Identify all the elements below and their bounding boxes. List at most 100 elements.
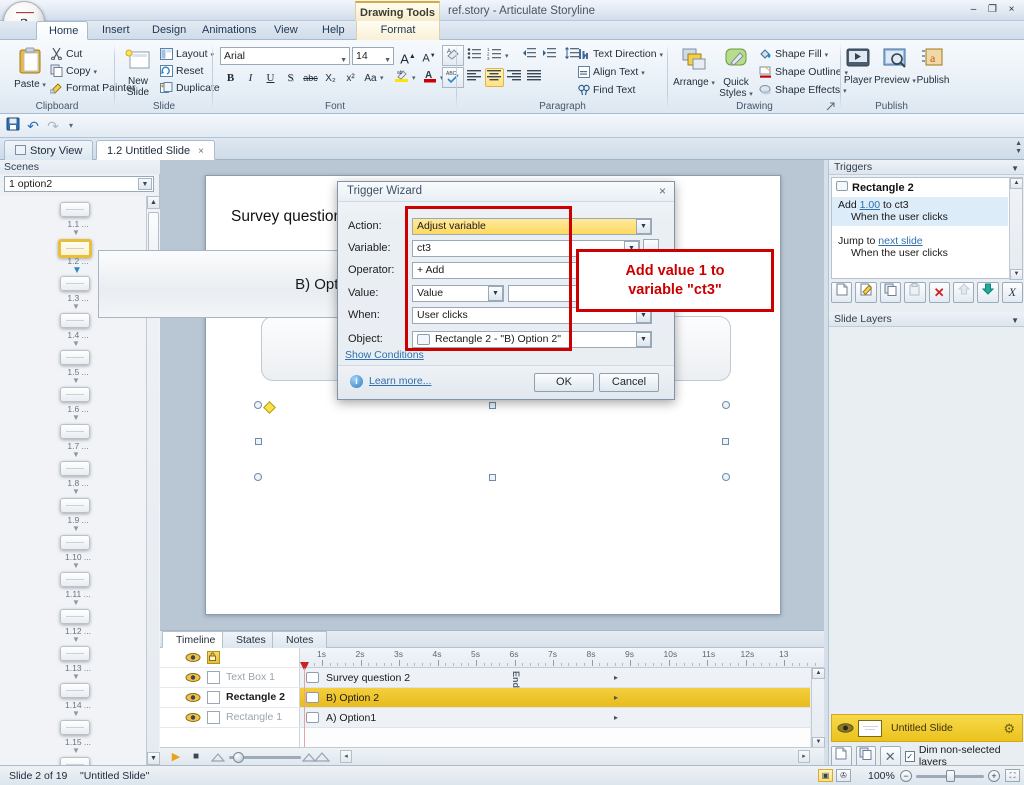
minimize-button[interactable]: –	[965, 2, 982, 17]
scene-thumbnail[interactable]	[60, 387, 90, 402]
text-direction-button[interactable]: Text Direction ▾	[578, 46, 663, 63]
tab-design[interactable]: Design	[140, 21, 188, 40]
tab-format[interactable]: Format	[356, 21, 440, 40]
lock-all-icon[interactable]	[207, 651, 220, 664]
scroll-down-icon[interactable]: ▼	[1015, 148, 1022, 156]
font-size-combobox[interactable]: 14 ▼	[352, 47, 394, 65]
survey-question-textbox[interactable]: Survey question	[231, 208, 342, 226]
show-all-eye-icon[interactable]	[185, 652, 201, 663]
lock-icon[interactable]	[207, 711, 220, 724]
align-text-dropdown-arrow[interactable]: ▾	[641, 70, 645, 77]
text-direction-dropdown-arrow[interactable]: ▾	[660, 52, 664, 59]
shrink-font-button[interactable]: A▼	[419, 46, 439, 65]
tab-animations[interactable]: Animations	[190, 21, 256, 40]
other-view-button[interactable]: ✇	[836, 769, 851, 782]
cut-button[interactable]: Cut	[50, 46, 82, 63]
change-case-dropdown-arrow[interactable]: ▾	[380, 74, 384, 82]
duplicate-button[interactable]: Duplicate	[160, 80, 220, 97]
scene-thumbnail[interactable]	[60, 609, 90, 624]
new-trigger-button[interactable]	[831, 282, 853, 303]
align-text-button[interactable]: Align Text ▾	[578, 64, 645, 81]
align-right-button[interactable]	[505, 68, 524, 87]
tab-insert[interactable]: Insert	[90, 21, 138, 40]
delete-trigger-button[interactable]: ✕	[928, 282, 950, 303]
scene-thumbnail[interactable]	[60, 646, 90, 661]
quick-styles-button[interactable]: Quick Styles ▾	[715, 45, 757, 99]
action-dropdown-arrow[interactable]: ▼	[636, 219, 651, 234]
dim-layers-checkbox[interactable]: ✓	[904, 750, 915, 762]
font-family-dropdown-arrow[interactable]: ▼	[340, 53, 347, 69]
timeline-scroll-up-icon[interactable]: ▲	[812, 668, 825, 679]
eye-icon[interactable]	[185, 692, 201, 703]
timeline-hscroll-left-icon[interactable]: ◂	[340, 750, 352, 763]
bullets-button[interactable]	[465, 46, 484, 65]
change-case-button[interactable]: Aa	[361, 68, 380, 87]
gear-icon[interactable]: ⚙	[1003, 721, 1015, 737]
resize-handle-bc[interactable]	[489, 474, 496, 481]
arrange-button[interactable]: Arrange ▾	[673, 45, 715, 88]
copy-button[interactable]: Copy ▾	[50, 63, 97, 80]
trigger-item-jump-to-slide[interactable]: Jump to next slide When the user clicks	[832, 233, 1008, 262]
triggers-panel-header[interactable]: Triggers ▼	[829, 160, 1024, 175]
timeline-play-button[interactable]: ▶	[168, 750, 184, 764]
timeline-stop-button[interactable]: ■	[188, 750, 204, 764]
new-slide-button[interactable]: New Slide	[118, 46, 158, 98]
tab-help[interactable]: Help	[310, 21, 352, 40]
scene-thumbnail[interactable]	[60, 313, 90, 328]
paste-button[interactable]: Paste ▾	[6, 45, 54, 90]
resize-handle-br[interactable]	[722, 473, 730, 481]
zoom-in-button[interactable]: +	[988, 770, 1000, 782]
save-button[interactable]	[4, 117, 22, 135]
scene-thumbnail[interactable]	[60, 350, 90, 365]
variables-button[interactable]: X	[1001, 282, 1023, 303]
close-button[interactable]: ×	[1003, 2, 1020, 17]
quick-styles-dropdown-arrow[interactable]: ▾	[749, 91, 753, 98]
preview-button[interactable]: Preview ▾	[874, 45, 916, 86]
layer-eye-icon[interactable]	[837, 722, 854, 737]
timeline-bar-rectangle-2[interactable]: B) Option 2 ▸	[300, 688, 810, 708]
redo-button[interactable]: ↷	[44, 117, 62, 135]
normal-view-button[interactable]: ▣	[818, 769, 833, 782]
scene-thumbnail[interactable]	[60, 276, 90, 291]
learn-more-link[interactable]: Learn more...	[369, 375, 431, 387]
player-button[interactable]: Player	[841, 45, 875, 86]
shape-effects-button[interactable]: Shape Effects ▾	[759, 82, 847, 99]
timeline-row-rectangle-2[interactable]: Rectangle 2	[160, 688, 300, 708]
trigger-value-link[interactable]: 1.00	[860, 199, 880, 211]
eye-icon[interactable]	[185, 712, 201, 723]
dialog-close-icon[interactable]: ×	[659, 184, 666, 198]
timeline-hscroll-right-icon[interactable]: ▸	[798, 750, 810, 763]
scene-thumbnail[interactable]	[60, 757, 90, 765]
paste-dropdown-arrow[interactable]: ▾	[42, 82, 46, 89]
highlight-dropdown-arrow[interactable]: ▾	[412, 74, 416, 82]
scene-thumbnail[interactable]	[60, 572, 90, 587]
zoom-slider-knob[interactable]	[946, 770, 955, 782]
object-combobox[interactable]: Rectangle 2 - "B) Option 2"	[412, 331, 652, 348]
shape-outline-button[interactable]: Shape Outline ▾	[759, 64, 848, 81]
justify-button[interactable]	[525, 68, 544, 87]
increase-indent-button[interactable]	[540, 46, 559, 65]
zoom-in-timeline-icon[interactable]	[301, 752, 331, 765]
action-combobox[interactable]: Adjust variable	[412, 218, 652, 235]
move-down-trigger-button[interactable]	[977, 282, 999, 303]
bold-button[interactable]: B	[221, 68, 240, 87]
value-type-dropdown-arrow[interactable]: ▼	[488, 286, 503, 301]
tab-notes[interactable]: Notes	[272, 631, 328, 648]
timeline-bar-text-box-1[interactable]: Survey question 2 ▸	[300, 668, 810, 688]
timeline-vertical-scrollbar[interactable]: ▲ ▼	[811, 668, 825, 748]
timeline-bar-rectangle-1[interactable]: A) Option1 ▸	[300, 708, 810, 728]
chevron-down-icon[interactable]: ▼	[1011, 161, 1019, 176]
resize-handle-bl[interactable]	[254, 473, 262, 481]
slide-layer-item-untitled[interactable]: Untitled Slide ⚙	[831, 714, 1023, 742]
scene-thumbnail[interactable]	[60, 202, 90, 217]
font-family-combobox[interactable]: Arial ▼	[220, 47, 350, 65]
scene-thumbnail[interactable]	[60, 424, 90, 439]
scene-selector-dropdown-arrow[interactable]: ▼	[138, 178, 152, 190]
eye-icon[interactable]	[185, 672, 201, 683]
align-left-button[interactable]	[465, 68, 484, 87]
triggers-scrollbar[interactable]: ▲ ▼	[1009, 178, 1023, 280]
reset-button[interactable]: Reset	[160, 63, 203, 80]
scene-scroll-up-icon[interactable]: ▲	[147, 196, 160, 209]
new-layer-button[interactable]	[831, 745, 852, 767]
text-highlight-button[interactable]: ab	[392, 67, 411, 87]
